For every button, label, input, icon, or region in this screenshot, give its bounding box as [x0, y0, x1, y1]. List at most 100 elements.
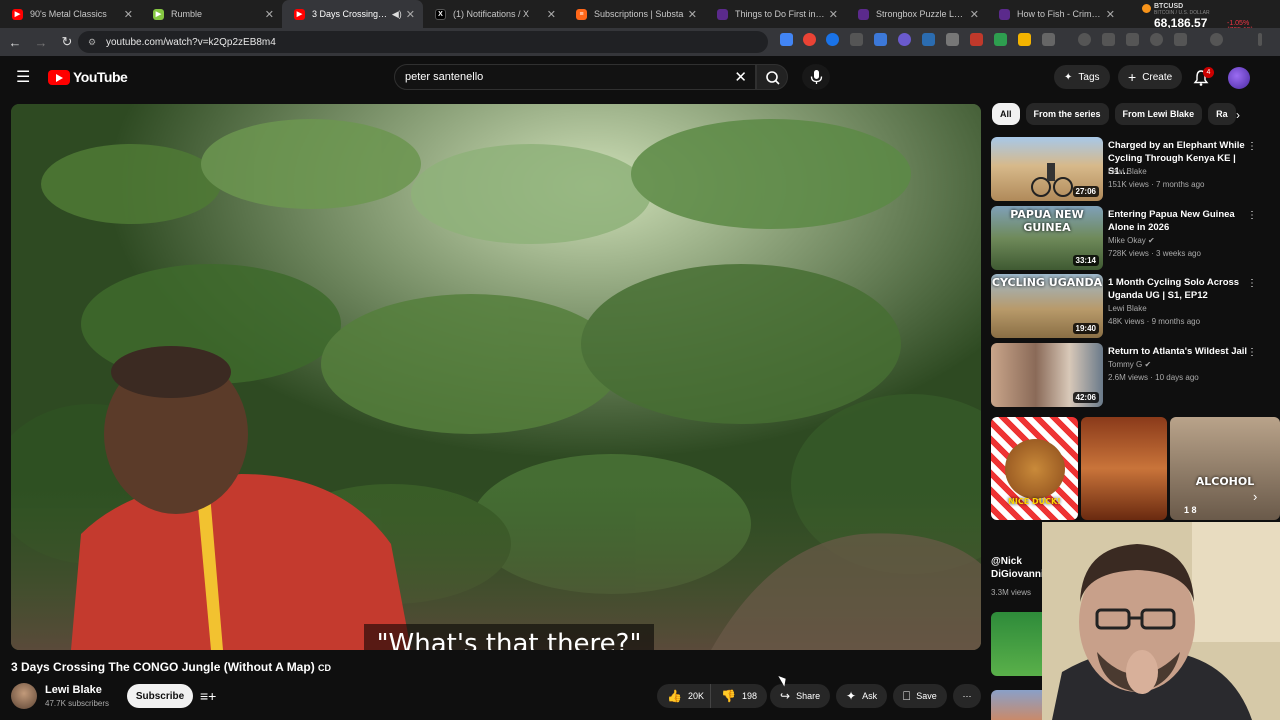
short-thumbnail[interactable] — [1081, 417, 1167, 520]
chevron-right-icon[interactable]: › — [1236, 108, 1240, 122]
browser-tab[interactable]: Things to Do First in Crim ✕ — [705, 0, 846, 28]
close-tab-icon[interactable]: ✕ — [970, 8, 979, 21]
browser-tab-active[interactable]: ▶ 3 Days Crossing The C◀) ✕ — [282, 0, 423, 28]
forward-icon[interactable]: → — [30, 31, 52, 53]
video-thumbnail[interactable]: PAPUA NEW GUINEA 33:14 — [991, 206, 1103, 270]
create-button[interactable]: + Create — [1118, 65, 1183, 89]
short-thumbnail[interactable]: NICE DUCK! — [991, 417, 1078, 520]
menu-kebab-icon[interactable] — [1258, 33, 1262, 46]
extension-icon[interactable] — [874, 33, 887, 46]
tab-title: Strongbox Puzzle Location — [876, 9, 966, 19]
chip-from-series[interactable]: From the series — [1025, 103, 1109, 125]
channel-name[interactable]: Tommy G ✔ — [1108, 360, 1151, 369]
dislike-button[interactable]: 👎 198 — [710, 684, 767, 708]
search-input[interactable]: peter santenello ✕ — [394, 64, 756, 90]
recommended-video[interactable]: 42:06 Return to Atlanta's Wildest Jail T… — [991, 343, 1261, 407]
like-count: 20K — [687, 691, 704, 701]
btc-ticker-widget[interactable]: BTCUSD BITCOIN / U.S. DOLLAR 68,186.57 -… — [1142, 1, 1272, 34]
channel-name[interactable]: Lewi Blake — [1108, 304, 1147, 313]
video-thumbnail[interactable]: CYCLING UGANDA 19:40 — [991, 274, 1103, 338]
browser-tab[interactable]: ≡ Subscriptions | Substa ✕ — [564, 0, 705, 28]
tags-button[interactable]: ✦ Tags — [1054, 65, 1110, 89]
recommended-video[interactable]: PAPUA NEW GUINEA 33:14 Entering Papua Ne… — [991, 206, 1261, 270]
browser-tab[interactable]: How to Fish - Crimson De ✕ — [987, 0, 1123, 28]
address-bar[interactable]: ⚙ youtube.com/watch?v=k2Qp2zEB8m4 — [78, 31, 768, 53]
account-avatar[interactable] — [1228, 67, 1250, 89]
short-thumbnail[interactable]: ALCOHOL 1 8 — [1170, 417, 1280, 520]
hamburger-menu-icon[interactable]: ☰ — [16, 70, 32, 86]
chevron-right-icon[interactable]: › — [1253, 489, 1257, 504]
subscriber-count: 47.7K subscribers — [45, 699, 110, 708]
chip-all[interactable]: All — [992, 103, 1020, 125]
shorts-caption[interactable]: @Nick DiGiovanni — [991, 555, 1044, 581]
back-icon[interactable]: ← — [4, 31, 26, 53]
recommended-video[interactable]: CYCLING UGANDA 19:40 1 Month Cycling Sol… — [991, 274, 1261, 338]
profile-icon[interactable] — [1210, 33, 1223, 46]
channel-name[interactable]: Mike Okay ✔ — [1108, 236, 1155, 245]
video-thumbnail[interactable] — [991, 690, 1043, 720]
video-duration: 19:40 — [1072, 323, 1099, 334]
browser-tab[interactable]: ▶ 90's Metal Classics ✕ — [0, 0, 141, 28]
devtools-icon[interactable] — [1126, 33, 1139, 46]
like-button[interactable]: 👍 20K — [657, 684, 712, 708]
extension-icon[interactable] — [803, 33, 816, 46]
chip-related[interactable]: Ra — [1208, 103, 1236, 125]
shorts-caption-line: DiGiovanni — [991, 569, 1044, 580]
recommended-video[interactable]: 27:06 Charged by an Elephant While Cycli… — [991, 137, 1261, 201]
more-options-icon[interactable]: ⋮ — [1247, 347, 1257, 358]
extension-icon[interactable] — [850, 33, 863, 46]
browser-tab[interactable]: ▶ Rumble ✕ — [141, 0, 282, 28]
extension-icon[interactable] — [994, 33, 1007, 46]
url-text: youtube.com/watch?v=k2Qp2zEB8m4 — [106, 36, 276, 48]
video-thumbnail[interactable] — [991, 612, 1043, 676]
close-tab-icon[interactable]: ✕ — [1106, 8, 1115, 21]
close-tab-icon[interactable]: ✕ — [406, 8, 415, 21]
browser-tab[interactable]: X (1) Notifications / X ✕ — [423, 0, 564, 28]
clear-search-icon[interactable]: ✕ — [734, 68, 747, 86]
ask-button[interactable]: ✦ Ask — [836, 684, 888, 708]
more-options-icon[interactable]: ⋮ — [1247, 210, 1257, 221]
channel-name[interactable]: Lewi Blake — [45, 684, 102, 696]
save-button[interactable]: ⎕ Save — [893, 684, 947, 708]
channel-name[interactable]: Lewi Blake — [1108, 167, 1147, 176]
add-to-playlist-icon[interactable]: ≡+ — [200, 688, 216, 704]
search-button[interactable] — [756, 64, 788, 90]
extension-icon[interactable] — [1018, 33, 1031, 46]
zoom-icon[interactable] — [1150, 33, 1163, 46]
more-options-icon[interactable]: ⋮ — [1247, 141, 1257, 152]
video-title[interactable]: Return to Atlanta's Wildest Jail — [1108, 345, 1248, 358]
extension-icon[interactable] — [946, 33, 959, 46]
channel-avatar[interactable] — [11, 683, 37, 709]
video-player[interactable]: "What's that there?" — [11, 104, 981, 650]
video-title[interactable]: 1 Month Cycling Solo Across Uganda UG | … — [1108, 276, 1248, 302]
close-tab-icon[interactable]: ✕ — [547, 8, 556, 21]
extension-icon[interactable] — [826, 33, 839, 46]
close-tab-icon[interactable]: ✕ — [829, 8, 838, 21]
chip-from-channel[interactable]: From Lewi Blake — [1114, 103, 1203, 125]
youtube-logo[interactable]: YouTube — [48, 69, 128, 85]
history-icon[interactable] — [1078, 33, 1091, 46]
download-icon[interactable] — [1174, 33, 1187, 46]
puzzle-icon[interactable] — [1042, 33, 1055, 46]
extension-icon[interactable] — [922, 33, 935, 46]
more-options-icon[interactable]: ⋮ — [1247, 278, 1257, 289]
video-title[interactable]: Entering Papua New Guinea Alone in 2026 — [1108, 208, 1248, 234]
reload-icon[interactable]: ↻ — [56, 31, 78, 53]
webcam-overlay — [1042, 522, 1280, 720]
audio-playing-icon[interactable]: ◀) — [392, 9, 402, 20]
voice-search-button[interactable] — [802, 64, 830, 90]
close-tab-icon[interactable]: ✕ — [124, 8, 133, 21]
close-tab-icon[interactable]: ✕ — [265, 8, 274, 21]
extension-icon[interactable] — [898, 33, 911, 46]
browser-tab[interactable]: Strongbox Puzzle Location ✕ — [846, 0, 987, 28]
extension-icon[interactable] — [780, 33, 793, 46]
video-thumbnail[interactable]: 42:06 — [991, 343, 1103, 407]
close-tab-icon[interactable]: ✕ — [688, 8, 697, 21]
site-info-icon[interactable]: ⚙ — [88, 37, 98, 47]
more-actions-button[interactable]: ⋯ — [953, 684, 981, 708]
share-button[interactable]: ↪ Share — [770, 684, 831, 708]
video-thumbnail[interactable]: 27:06 — [991, 137, 1103, 201]
subscribe-button[interactable]: Subscribe — [127, 684, 193, 708]
extension-icon[interactable] — [970, 33, 983, 46]
cast-icon[interactable] — [1102, 33, 1115, 46]
